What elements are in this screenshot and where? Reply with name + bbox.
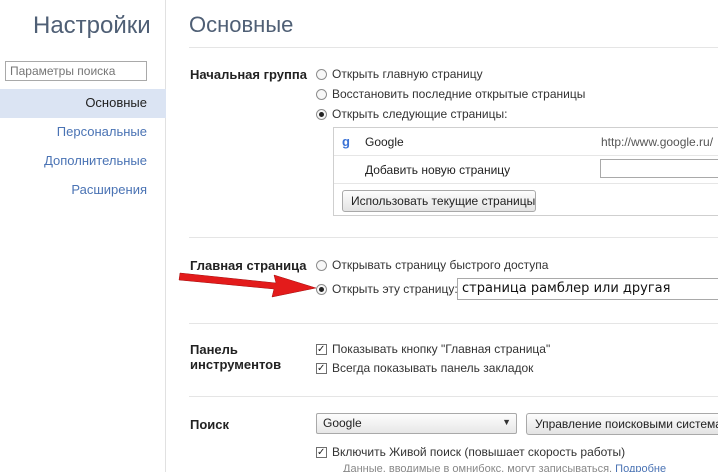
- home-option-ntp[interactable]: Открывать страницу быстрого доступа: [316, 258, 548, 272]
- search-engine-select[interactable]: Google ▼: [316, 413, 517, 434]
- instant-search-option[interactable]: Включить Живой поиск (повышает скорость …: [316, 445, 625, 459]
- google-favicon-icon: g: [342, 134, 350, 149]
- use-current-pages-button[interactable]: Использовать текущие страницы: [342, 190, 536, 212]
- sidebar-nav: Основные Персональные Дополнительные Рас…: [0, 89, 166, 205]
- startup-option-pages[interactable]: Открыть следующие страницы:: [316, 107, 507, 121]
- home-option-url[interactable]: Открыть эту страницу:: [316, 282, 458, 296]
- startup-option-restore[interactable]: Восстановить последние открытые страницы: [316, 87, 585, 101]
- startup-section-label: Начальная группа: [190, 67, 307, 82]
- sidebar: Настройки Основные Персональные Дополнит…: [0, 0, 166, 472]
- sidebar-item-personal[interactable]: Персональные: [0, 118, 166, 147]
- show-bookmarks-bar-option[interactable]: Всегда показывать панель закладок: [316, 361, 533, 375]
- sidebar-title: Настройки: [33, 12, 151, 39]
- hint-text: Данные, вводимые в омнибокс, могут запис…: [343, 463, 613, 472]
- option-label: Всегда показывать панель закладок: [332, 361, 534, 375]
- option-label: Открывать страницу быстрого доступа: [332, 258, 549, 272]
- section-divider: [189, 237, 718, 238]
- section-divider: [189, 396, 718, 397]
- page-title: Основные: [189, 12, 294, 37]
- checkbox-checked[interactable]: [316, 343, 327, 355]
- startup-page-name: Google: [365, 135, 404, 149]
- search-section-label: Поиск: [190, 417, 230, 432]
- sidebar-item-advanced[interactable]: Дополнительные: [0, 147, 166, 176]
- radio-button[interactable]: [316, 88, 327, 100]
- settings-main: Основные Начальная группа Открыть главну…: [167, 0, 718, 472]
- learn-more-link[interactable]: Подробне: [615, 463, 666, 472]
- search-engine-value: Google: [323, 416, 362, 430]
- option-label: Открыть следующие страницы:: [332, 107, 508, 121]
- home-page-url-input[interactable]: страница рамблер или другая: [457, 278, 718, 300]
- toolbar-section-label: Панель инструментов: [190, 342, 281, 372]
- option-label: Показывать кнопку "Главная страница": [332, 342, 551, 356]
- sidebar-item-extensions[interactable]: Расширения: [0, 176, 166, 205]
- title-divider: [189, 47, 718, 48]
- section-divider: [189, 323, 718, 324]
- add-page-url-input[interactable]: [600, 159, 718, 178]
- red-arrow-annotation: [178, 272, 317, 298]
- toolbar-label-line2: инструментов: [190, 357, 282, 372]
- startup-page-row[interactable]: g Google http://www.google.ru/: [334, 128, 718, 156]
- show-home-button-option[interactable]: Показывать кнопку "Главная страница": [316, 342, 550, 356]
- startup-page-url: http://www.google.ru/: [601, 135, 714, 149]
- sidebar-item-basics[interactable]: Основные: [0, 89, 166, 118]
- startup-option-home[interactable]: Открыть главную страницу: [316, 67, 483, 81]
- radio-button[interactable]: [316, 68, 327, 80]
- toolbar-label-line1: Панель: [190, 342, 238, 357]
- settings-search-input[interactable]: [5, 61, 147, 81]
- red-arrow-icon: [178, 272, 317, 298]
- option-label: Открыть эту страницу:: [332, 282, 458, 296]
- radio-button-selected[interactable]: [316, 108, 327, 120]
- option-label: Открыть главную страницу: [332, 67, 483, 81]
- dropdown-arrow-icon: ▼: [502, 417, 511, 427]
- option-label: Включить Живой поиск (повышает скорость …: [332, 445, 626, 459]
- add-page-label: Добавить новую страницу: [365, 163, 511, 177]
- startup-pages-list: g Google http://www.google.ru/ Добавить …: [333, 127, 718, 216]
- option-label: Восстановить последние открытые страницы: [332, 87, 586, 101]
- checkbox-checked[interactable]: [316, 446, 327, 458]
- manage-search-engines-button[interactable]: Управление поисковыми система: [526, 413, 718, 435]
- instant-search-hint: Данные, вводимые в омнибокс, могут запис…: [343, 463, 666, 472]
- checkbox-checked[interactable]: [316, 362, 327, 374]
